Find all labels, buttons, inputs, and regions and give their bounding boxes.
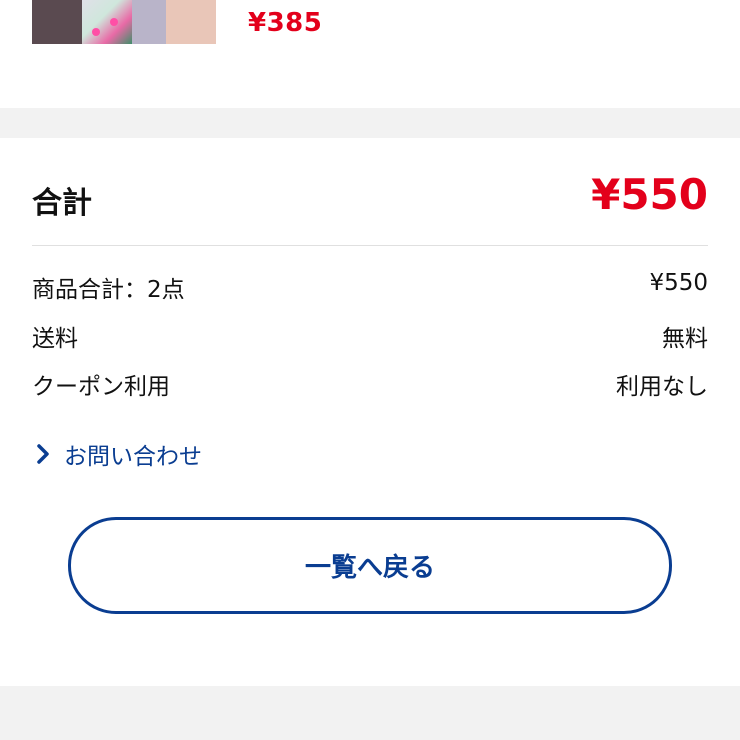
thumbnail-panel-left [32,0,82,44]
total-label: 合計 [32,186,92,221]
back-to-list-button[interactable]: 一覧へ戻る [68,517,672,614]
thumbnail-panel-right [166,0,216,44]
total-value: ¥550 [591,170,708,219]
item-price: ¥385 [248,8,323,38]
contact-link[interactable]: お問い合わせ [34,436,202,472]
coupon-row: クーポン利用 利用なし [32,367,708,401]
contact-link-label: お問い合わせ [64,444,202,470]
thumbnail-panel-figure [132,0,166,44]
section-separator [0,108,740,138]
shipping-row: 送料 無料 [32,319,708,353]
coupon-value: 利用なし [616,374,708,400]
section-separator [0,686,740,740]
purchased-item: ¥385 [0,0,740,108]
subtotal-row: 商品合計：2点 ¥550 [32,270,708,304]
thumbnail-panel-middle [82,0,132,44]
chevron-right-icon [37,444,49,464]
thumbnail-accent-dot [92,28,100,36]
item-thumbnail[interactable] [32,0,216,44]
subtotal-value: ¥550 [649,270,708,296]
coupon-label: クーポン利用 [32,374,170,400]
purchase-summary-page: ¥385 合計 ¥550 商品合計：2点 ¥550 送料 無料 クーポン利用 利… [0,0,740,740]
shipping-value: 無料 [662,326,708,352]
total-row: 合計 ¥550 [32,170,708,230]
divider [32,245,708,246]
subtotal-label: 商品合計：2点 [32,277,185,303]
shipping-label: 送料 [32,326,78,352]
thumbnail-accent-dot [110,18,118,26]
